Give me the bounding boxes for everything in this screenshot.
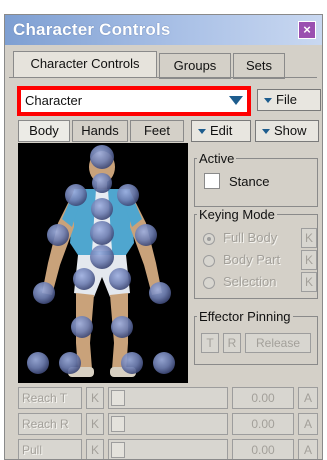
radio-selection[interactable] [203,277,215,289]
file-menu-label: File [276,92,297,107]
reach-t-value[interactable]: 0.00 [232,387,294,409]
keying-mode-legend: Keying Mode [199,207,275,222]
file-menu-button[interactable]: File [257,89,321,111]
pull-value[interactable]: 0.00 [232,439,294,459]
effector-right-wrist[interactable] [149,282,171,304]
chevron-down-icon [262,129,270,135]
radio-full-body[interactable] [203,233,215,245]
effector-head[interactable] [90,145,114,169]
active-legend: Active [199,151,235,166]
reach-r-label: Reach R [18,413,82,435]
reach-r-key-button[interactable]: K [86,413,104,435]
subtab-label: Hands [81,123,119,138]
reach-r-value[interactable]: 0.00 [232,413,294,435]
body-part-label: Body Part [223,252,281,267]
effector-spine[interactable] [90,221,114,245]
effector-chest[interactable] [91,198,113,220]
tab-label: Sets [245,58,272,73]
pull-anim-button[interactable]: A [298,439,318,459]
effector-left-hip[interactable] [73,268,95,290]
effector-left-ankle[interactable] [59,352,81,374]
edit-menu-button[interactable]: Edit [191,120,251,142]
tab-divider [9,77,317,78]
character-controls-panel: Character Controls × Character Controls … [4,14,323,460]
subtab-hands[interactable]: Hands [72,120,128,142]
subtab-body[interactable]: Body [18,120,70,142]
full-body-label: Full Body [223,230,278,245]
selection-label: Selection [223,274,277,289]
key-selection-button[interactable]: K [301,272,317,292]
chevron-down-icon [229,96,243,105]
radio-body-part[interactable] [203,255,215,267]
tab-sets[interactable]: Sets [233,53,285,79]
reach-r-thumb[interactable] [111,416,125,432]
pull-label: Pull [18,439,82,459]
pull-key-button[interactable]: K [86,439,104,459]
reach-t-anim-button[interactable]: A [298,387,318,409]
key-body-part-button[interactable]: K [301,250,317,270]
effector-hips[interactable] [90,245,114,269]
show-menu-button[interactable]: Show [255,120,319,142]
effector-left-wrist[interactable] [33,282,55,304]
chevron-down-icon [264,98,272,104]
effector-right-hand[interactable] [153,352,175,374]
pull-thumb[interactable] [111,442,125,458]
effector-neck[interactable] [92,173,112,193]
character-dropdown[interactable]: Character [17,86,251,116]
tab-label: Groups [173,58,217,73]
subtab-label: Body [29,123,59,138]
tab-label: Character Controls [30,56,140,71]
reach-t-track[interactable] [108,387,228,409]
reach-r-track[interactable] [108,413,228,435]
subtab-label: Feet [143,123,170,138]
window-title: Character Controls [13,20,171,39]
subtab-feet[interactable]: Feet [130,120,184,142]
release-button[interactable]: Release [245,333,311,353]
chevron-down-icon [198,129,206,135]
key-full-body-button[interactable]: K [301,228,317,248]
stance-label: Stance [229,174,270,189]
effector-pinning-legend: Effector Pinning [199,309,291,324]
close-icon[interactable]: × [298,21,316,39]
effector-right-ankle[interactable] [121,352,143,374]
tab-groups[interactable]: Groups [159,53,231,79]
effector-left-elbow[interactable] [47,224,69,246]
reach-t-thumb[interactable] [111,390,125,406]
effector-right-knee[interactable] [111,316,133,338]
stance-checkbox[interactable] [204,173,220,189]
edit-menu-label: Edit [210,123,233,138]
effector-left-shoulder[interactable] [65,184,87,206]
effector-left-hand[interactable] [27,352,49,374]
slider-pull: Pull K 0.00 A [18,439,318,459]
tab-character-controls[interactable]: Character Controls [13,51,157,78]
effector-right-shoulder[interactable] [117,184,139,206]
character-dropdown-value: Character [25,93,83,108]
effector-right-elbow[interactable] [135,224,157,246]
reach-t-label: Reach T [18,387,82,409]
show-menu-label: Show [274,123,307,138]
character-viewport[interactable] [18,143,188,383]
pin-translation-button[interactable]: T [201,333,219,353]
effector-left-knee[interactable] [71,316,93,338]
effector-right-hip[interactable] [109,268,131,290]
reach-t-key-button[interactable]: K [86,387,104,409]
pin-rotation-button[interactable]: R [223,333,241,353]
character-figure-icon [27,145,175,377]
title-bar[interactable]: Character Controls × [5,15,322,45]
pull-track[interactable] [108,439,228,459]
slider-reach-r: Reach R K 0.00 A [18,413,318,435]
slider-reach-t: Reach T K 0.00 A [18,387,318,409]
reach-r-anim-button[interactable]: A [298,413,318,435]
